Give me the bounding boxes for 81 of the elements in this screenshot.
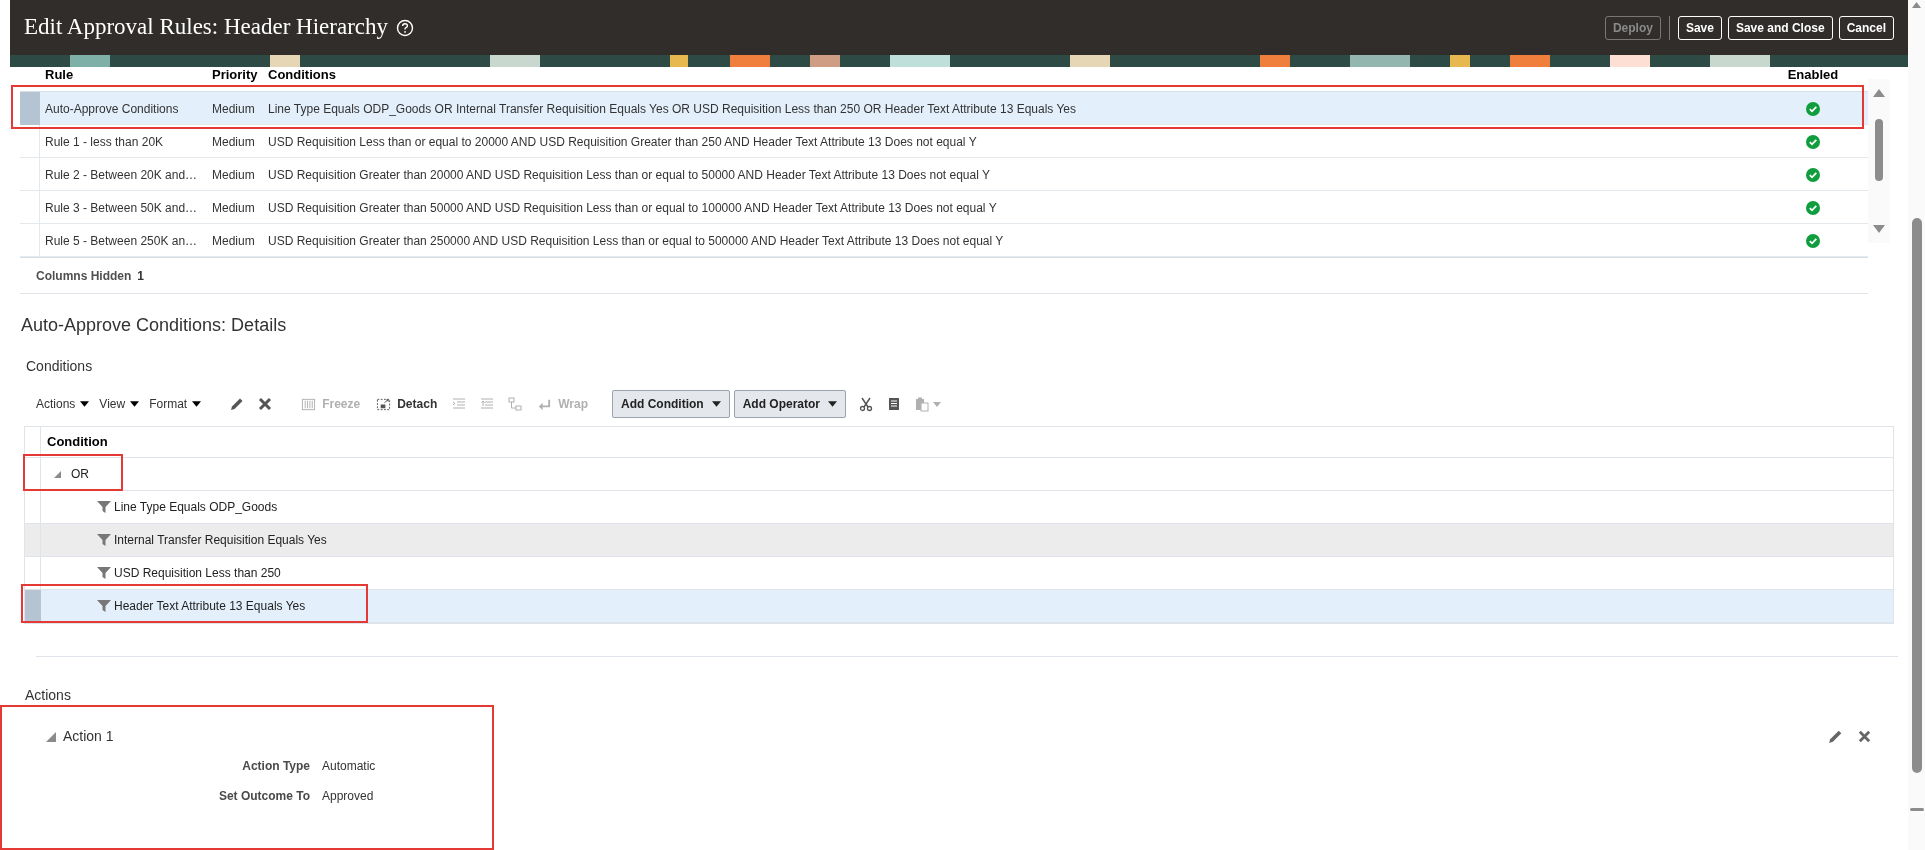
- pencil-icon[interactable]: [1827, 728, 1844, 745]
- conditions-label: Conditions: [26, 357, 94, 376]
- collapse-icon[interactable]: [46, 731, 56, 742]
- table-row[interactable]: Rule 3 - Between 50K and… Medium USD Requisition Greater than 50000 AND USD Requisition Less than or equal to 100000 AND Header Text Attribute 13 Does not equal Y: [20, 191, 1868, 224]
- outdent-icon: [479, 396, 496, 412]
- table-cell-text: Auto-Approve Conditions: [44, 100, 180, 118]
- table-row[interactable]: Rule 1 - less than 20K Medium USD Requisition Less than or equal to 20000 AND USD Requisition Greater than 250 AND Header Text Attribute 13 Does not equal Y: [20, 125, 1868, 158]
- table-cell-text: Rule 2 - Between 20K and…: [44, 166, 199, 184]
- menu-button[interactable]: Actions: [36, 395, 90, 413]
- condition-label: Line Type Equals ODP_Goods: [114, 499, 278, 516]
- filter-icon: [97, 599, 111, 613]
- table-cell-text: Medium: [212, 199, 256, 217]
- actions-title: Actions: [25, 686, 72, 705]
- move-icon: [507, 396, 524, 412]
- copy-icon: [886, 396, 902, 412]
- tree-row[interactable]: Line Type Equals ODP_Goods: [25, 491, 1893, 524]
- dropdown-button[interactable]: Add Operator: [733, 390, 846, 418]
- toolbar-button[interactable]: [886, 396, 902, 412]
- table-cell-text: Rule 1 - less than 20K: [44, 133, 165, 151]
- caret-icon: [192, 401, 202, 407]
- caret-icon: [130, 401, 140, 407]
- table-cell-text: USD Requisition Greater than 50000 AND USD Requisition Less than or equal to 100000 AND Header Text Attribute 13 Does not equal Y: [268, 199, 998, 217]
- table-row[interactable]: Rule 2 - Between 20K and… Medium USD Requisition Greater than 20000 AND USD Requisition Less than or equal to 50000 AND Header Text Attribute 13 Does not equal Y: [20, 158, 1868, 191]
- condition-label: USD Requisition Less than 250: [114, 565, 281, 582]
- column-header: Condition: [46, 433, 108, 452]
- field-value: Approved: [322, 788, 375, 805]
- table-row[interactable]: Auto-Approve Conditions Medium Line Type Equals ODP_Goods OR Internal Transfer Requisition Equals Yes OR USD Requisition Less than 250 OR Header Text Attribute 13 Equals Yes: [20, 92, 1868, 125]
- caret-icon: [933, 401, 941, 407]
- table-cell-text: Line Type Equals ODP_Goods OR Internal Transfer Requisition Equals Yes OR USD Requisition Less than 250 OR Header Text Attribute 13 Equals Yes: [268, 100, 1078, 118]
- tree-row[interactable]: USD Requisition Less than 250: [25, 557, 1893, 590]
- action-title: Action 1: [63, 727, 114, 746]
- condition-label: OR: [71, 466, 89, 483]
- caret-icon: [80, 401, 90, 407]
- table-row[interactable]: Rule 5 - Between 250K an… Medium USD Requisition Greater than 250000 AND USD Requisition Less than or equal to 500000 AND Header Text Attribute 13 Does not equal Y: [20, 224, 1868, 257]
- table-cell-text: Medium: [212, 133, 256, 151]
- delete-icon: [257, 396, 274, 412]
- column-header: Conditions: [268, 68, 337, 81]
- header-button[interactable]: Save: [1677, 15, 1722, 40]
- cut-icon: [858, 396, 874, 412]
- caret-icon: [711, 401, 721, 407]
- detach-icon: [376, 396, 392, 412]
- columns-icon: [301, 396, 317, 412]
- menu-button[interactable]: View: [99, 395, 140, 413]
- dropdown-button[interactable]: Add Condition: [612, 390, 730, 418]
- toolbar-button[interactable]: [858, 396, 874, 412]
- details-title: Auto-Approve Conditions: Details: [21, 314, 288, 337]
- filter-icon: [97, 566, 111, 580]
- table-cell-text: USD Requisition Greater than 20000 AND USD Requisition Less than or equal to 50000 AND Header Text Attribute 13 Does not equal Y: [268, 166, 991, 184]
- table-cell-text: Medium: [212, 100, 256, 118]
- column-header: Priority: [212, 68, 259, 81]
- table-cell-text: Rule 3 - Between 50K and…: [44, 199, 199, 217]
- indent-icon: [451, 396, 468, 412]
- field-label: Action Type: [241, 758, 310, 775]
- table-cell-text: Medium: [212, 166, 256, 184]
- header-button[interactable]: Save and Close: [1727, 15, 1833, 40]
- condition-label: Header Text Attribute 13 Equals Yes: [114, 598, 306, 615]
- collapse-icon[interactable]: [54, 470, 61, 478]
- condition-label: Internal Transfer Requisition Equals Yes: [114, 532, 327, 549]
- paste-icon: [914, 396, 930, 412]
- column-header: Enabled: [1786, 68, 1840, 81]
- tree-row[interactable]: Header Text Attribute 13 Equals Yes: [25, 590, 1893, 623]
- tree-row[interactable]: Internal Transfer Requisition Equals Yes: [25, 524, 1893, 557]
- columns-hidden-count: 1: [137, 267, 145, 285]
- toolbar-button[interactable]: Detach: [376, 395, 438, 413]
- help-icon: [396, 18, 415, 37]
- column-header: Rule: [44, 68, 75, 81]
- menu-button[interactable]: Format: [149, 395, 202, 413]
- delete-icon[interactable]: [1857, 729, 1872, 744]
- filter-icon: [97, 533, 111, 547]
- field-value: Automatic: [322, 758, 376, 775]
- header-button[interactable]: Cancel: [1838, 15, 1894, 40]
- caret-icon: [828, 401, 837, 407]
- table-cell-text: Rule 5 - Between 250K an…: [44, 232, 199, 250]
- columns-hidden-label: Columns Hidden: [36, 267, 132, 285]
- table-cell-text: Medium: [212, 232, 256, 250]
- table-cell-text: USD Requisition Greater than 250000 AND USD Requisition Less than or equal to 500000 AND Header Text Attribute 13 Does not equal Y: [268, 232, 1005, 250]
- filter-icon: [97, 500, 111, 514]
- table-cell-text: USD Requisition Less than or equal to 20000 AND USD Requisition Greater than 250 AND Header Text Attribute 13 Does not equal Y: [268, 133, 978, 151]
- toolbar-button[interactable]: [257, 396, 274, 412]
- field-label: Set Outcome To: [217, 788, 310, 805]
- page-title: Edit Approval Rules: Header Hierarchy: [24, 13, 389, 42]
